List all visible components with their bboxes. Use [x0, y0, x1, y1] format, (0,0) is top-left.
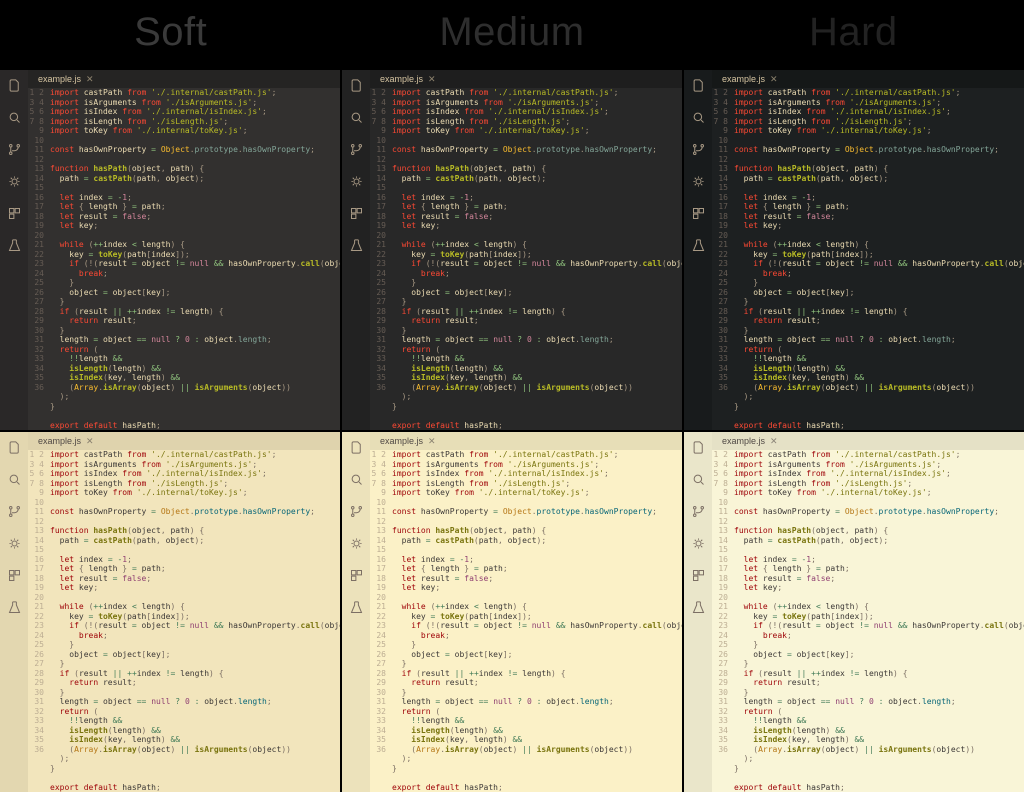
- close-icon[interactable]: ✕: [86, 436, 94, 447]
- heading-medium: Medium: [341, 10, 682, 55]
- file-tab[interactable]: example.js ✕: [716, 434, 784, 449]
- files-icon[interactable]: [7, 78, 22, 98]
- code-content[interactable]: import castPath from './.internal/castPa…: [50, 450, 340, 792]
- git-branch-icon[interactable]: [691, 142, 706, 162]
- debug-icon[interactable]: [691, 536, 706, 556]
- code-content[interactable]: import castPath from './.internal/castPa…: [392, 450, 682, 792]
- code-editor[interactable]: 1 2 3 4 5 6 7 8 9 10 11 12 13 14 15 16 1…: [28, 450, 340, 792]
- line-number-gutter: 1 2 3 4 5 6 7 8 9 10 11 12 13 14 15 16 1…: [712, 88, 734, 430]
- file-tab[interactable]: example.js ✕: [32, 434, 100, 449]
- editor-pane-soft-dark: example.js ✕ 1 2 3 4 5 6 7 8 9 10 11 12 13…: [0, 70, 340, 430]
- tab-filename: example.js: [38, 74, 81, 84]
- activity-bar: [684, 432, 712, 792]
- search-icon[interactable]: [7, 110, 22, 130]
- git-branch-icon[interactable]: [7, 504, 22, 524]
- activity-bar: [342, 70, 370, 430]
- search-icon[interactable]: [7, 472, 22, 492]
- code-content[interactable]: import castPath from './.internal/castPa…: [734, 450, 1024, 792]
- debug-icon[interactable]: [349, 536, 364, 556]
- extensions-icon[interactable]: [7, 206, 22, 226]
- close-icon[interactable]: ✕: [770, 74, 778, 85]
- tab-bar: example.js ✕: [370, 432, 682, 450]
- tab-bar: example.js ✕: [28, 432, 340, 450]
- git-branch-icon[interactable]: [691, 504, 706, 524]
- line-number-gutter: 1 2 3 4 5 6 7 8 9 10 11 12 13 14 15 16 1…: [370, 88, 392, 430]
- code-content[interactable]: import castPath from './.internal/castPa…: [50, 88, 340, 430]
- activity-bar: [684, 70, 712, 430]
- activity-bar: [0, 70, 28, 430]
- debug-icon[interactable]: [691, 174, 706, 194]
- testing-icon[interactable]: [7, 600, 22, 620]
- testing-icon[interactable]: [349, 238, 364, 258]
- line-number-gutter: 1 2 3 4 5 6 7 8 9 10 11 12 13 14 15 16 1…: [28, 88, 50, 430]
- git-branch-icon[interactable]: [7, 142, 22, 162]
- tab-filename: example.js: [722, 436, 765, 446]
- debug-icon[interactable]: [7, 174, 22, 194]
- testing-icon[interactable]: [349, 600, 364, 620]
- editor-pane-medium-light: example.js ✕ 1 2 3 4 5 6 7 8 9 10 11 12 13…: [342, 432, 682, 792]
- file-tab[interactable]: example.js ✕: [374, 434, 442, 449]
- tab-bar: example.js ✕: [28, 70, 340, 88]
- code-editor[interactable]: 1 2 3 4 5 6 7 8 9 10 11 12 13 14 15 16 1…: [712, 450, 1024, 792]
- extensions-icon[interactable]: [7, 568, 22, 588]
- tab-filename: example.js: [380, 74, 423, 84]
- code-content[interactable]: import castPath from './.internal/castPa…: [734, 88, 1024, 430]
- testing-icon[interactable]: [7, 238, 22, 258]
- editor-pane-soft-light: example.js ✕ 1 2 3 4 5 6 7 8 9 10 11 12 13…: [0, 432, 340, 792]
- editor-pane-hard-dark: example.js ✕ 1 2 3 4 5 6 7 8 9 10 11 12 13…: [684, 70, 1024, 430]
- file-tab[interactable]: example.js ✕: [716, 72, 784, 87]
- tab-filename: example.js: [722, 74, 765, 84]
- file-tab[interactable]: example.js ✕: [374, 72, 442, 87]
- heading-soft: Soft: [0, 10, 341, 55]
- files-icon[interactable]: [691, 78, 706, 98]
- files-icon[interactable]: [7, 440, 22, 460]
- line-number-gutter: 1 2 3 4 5 6 7 8 9 10 11 12 13 14 15 16 1…: [712, 450, 734, 792]
- editor-pane-hard-light: example.js ✕ 1 2 3 4 5 6 7 8 9 10 11 12 13…: [684, 432, 1024, 792]
- line-number-gutter: 1 2 3 4 5 6 7 8 9 10 11 12 13 14 15 16 1…: [28, 450, 50, 792]
- activity-bar: [0, 432, 28, 792]
- debug-icon[interactable]: [7, 536, 22, 556]
- close-icon[interactable]: ✕: [86, 74, 94, 85]
- file-tab[interactable]: example.js ✕: [32, 72, 100, 87]
- extensions-icon[interactable]: [691, 568, 706, 588]
- close-icon[interactable]: ✕: [770, 436, 778, 447]
- code-content[interactable]: import castPath from './.internal/castPa…: [392, 88, 682, 430]
- code-editor[interactable]: 1 2 3 4 5 6 7 8 9 10 11 12 13 14 15 16 1…: [712, 88, 1024, 430]
- tab-bar: example.js ✕: [712, 432, 1024, 450]
- close-icon[interactable]: ✕: [428, 74, 436, 85]
- git-branch-icon[interactable]: [349, 504, 364, 524]
- close-icon[interactable]: ✕: [428, 436, 436, 447]
- files-icon[interactable]: [691, 440, 706, 460]
- editor-pane-medium-dark: example.js ✕ 1 2 3 4 5 6 7 8 9 10 11 12 13…: [342, 70, 682, 430]
- search-icon[interactable]: [691, 110, 706, 130]
- tab-bar: example.js ✕: [370, 70, 682, 88]
- extensions-icon[interactable]: [691, 206, 706, 226]
- debug-icon[interactable]: [349, 174, 364, 194]
- testing-icon[interactable]: [691, 238, 706, 258]
- tab-bar: example.js ✕: [712, 70, 1024, 88]
- extensions-icon[interactable]: [349, 206, 364, 226]
- heading-hard: Hard: [683, 10, 1024, 55]
- search-icon[interactable]: [349, 472, 364, 492]
- search-icon[interactable]: [349, 110, 364, 130]
- activity-bar: [342, 432, 370, 792]
- files-icon[interactable]: [349, 78, 364, 98]
- files-icon[interactable]: [349, 440, 364, 460]
- code-editor[interactable]: 1 2 3 4 5 6 7 8 9 10 11 12 13 14 15 16 1…: [28, 88, 340, 430]
- theme-headings: Soft Medium Hard: [0, 10, 1024, 55]
- code-editor[interactable]: 1 2 3 4 5 6 7 8 9 10 11 12 13 14 15 16 1…: [370, 450, 682, 792]
- extensions-icon[interactable]: [349, 568, 364, 588]
- search-icon[interactable]: [691, 472, 706, 492]
- tab-filename: example.js: [380, 436, 423, 446]
- testing-icon[interactable]: [691, 600, 706, 620]
- tab-filename: example.js: [38, 436, 81, 446]
- editor-preview-grid: example.js ✕ 1 2 3 4 5 6 7 8 9 10 11 12 13…: [0, 70, 1024, 792]
- git-branch-icon[interactable]: [349, 142, 364, 162]
- line-number-gutter: 1 2 3 4 5 6 7 8 9 10 11 12 13 14 15 16 1…: [370, 450, 392, 792]
- code-editor[interactable]: 1 2 3 4 5 6 7 8 9 10 11 12 13 14 15 16 1…: [370, 88, 682, 430]
